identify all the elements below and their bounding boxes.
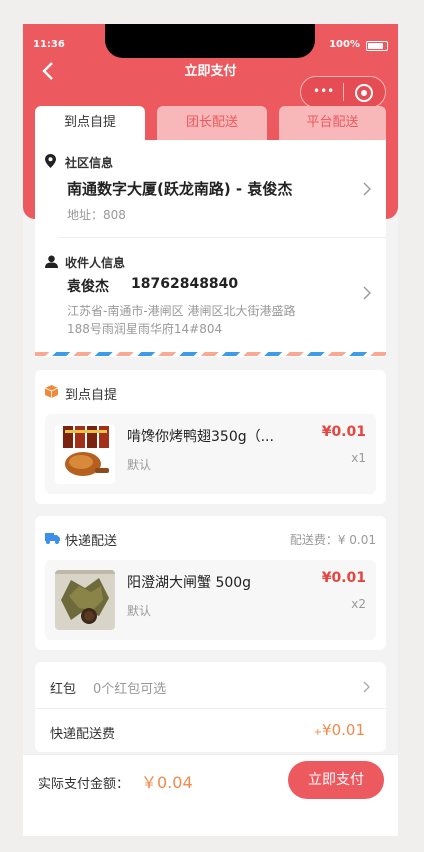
express-item-spec: 默认 — [127, 604, 152, 618]
express-fee-amount: +¥0.01 — [314, 720, 365, 739]
battery-percent: 100% — [329, 39, 360, 50]
summary-card: 红包 0个红包可选 快递配送费 +¥0.01 — [35, 662, 386, 752]
community-name: 南通数字大厦(跃龙南路) - 袁俊杰 — [67, 180, 293, 198]
community-row[interactable]: 南通数字大厦(跃龙南路) - 袁俊杰 地址：808 — [35, 170, 386, 230]
chevron-right-icon — [363, 678, 370, 697]
tab-platform-delivery[interactable]: 平台配送 — [279, 106, 386, 140]
receiver-phone: 18762848840 — [131, 276, 239, 292]
community-title: 社区信息 — [65, 156, 114, 170]
receiver-name: 袁俊杰 — [67, 279, 109, 295]
express-fee-label: 配送费：¥ 0.01 — [289, 533, 376, 547]
mini-program-capsule: ••• — [300, 76, 386, 108]
express-fee-value: ¥0.01 — [322, 721, 365, 739]
redpacket-label: 红包 — [50, 682, 77, 697]
battery-icon — [366, 41, 388, 51]
receiver-address-line2: 188号雨润星雨华府14#804 — [67, 322, 223, 336]
pickup-title: 到点自提 — [65, 388, 118, 403]
express-item[interactable]: 阳澄湖大闸蟹 500g 默认 ¥0.01 x2 — [45, 560, 376, 640]
person-icon — [45, 255, 58, 268]
pickup-card: 到点自提 啃馋你烤鸭翅350g（... 默认 ¥0.01 x1 — [35, 370, 386, 504]
home-indicator-area — [23, 807, 398, 836]
total-label: 实际支付金额： — [38, 777, 130, 792]
location-pin-icon — [45, 154, 56, 168]
crab-thumbnail — [55, 570, 115, 630]
airmail-stripe — [35, 352, 386, 356]
divider — [35, 708, 386, 709]
pickup-item-name: 啃馋你烤鸭翅350g（... — [127, 429, 274, 445]
truck-icon — [45, 533, 60, 544]
express-title: 快递配送 — [65, 534, 118, 549]
receiver-row[interactable]: 袁俊杰 18762848840 江苏省-南通市-港闸区 港闸区北大街港盛路 18… — [35, 270, 386, 350]
tab-leader-delivery[interactable]: 团长配送 — [157, 106, 267, 140]
total-value: ￥0.04 — [141, 773, 193, 792]
delivery-tabs: 到点自提 团长配送 平台配送 — [35, 106, 386, 140]
chevron-right-icon — [363, 180, 371, 201]
express-fee-prefix: + — [313, 727, 323, 738]
receiver-title: 收件人信息 — [65, 256, 126, 270]
express-fee-row-label: 快递配送费 — [50, 727, 116, 742]
pickup-item[interactable]: 啃馋你烤鸭翅350g（... 默认 ¥0.01 x1 — [45, 414, 376, 494]
chevron-right-icon — [363, 284, 371, 305]
duck-wing-thumbnail — [55, 424, 115, 484]
phone-screen: 11:36 100% 立即支付 ••• 到点自提 团长配送 平台配送 社区信息 … — [23, 24, 398, 836]
express-item-price: ¥0.01 — [321, 570, 366, 586]
receiver-address-line1: 江苏省-南通市-港闸区 港闸区北大街港盛路 — [67, 304, 296, 318]
redpacket-row[interactable]: 红包 0个红包可选 — [35, 662, 386, 708]
more-icon[interactable]: ••• — [313, 85, 337, 97]
close-target-icon[interactable] — [355, 84, 373, 102]
divider — [59, 237, 386, 238]
box-icon — [45, 385, 58, 398]
status-time: 11:36 — [33, 39, 65, 50]
address-card: 社区信息 南通数字大厦(跃龙南路) - 袁俊杰 地址：808 收件人信息 袁俊杰… — [35, 140, 386, 357]
pickup-item-price: ¥0.01 — [321, 424, 366, 440]
pickup-item-spec: 默认 — [127, 458, 152, 472]
express-item-name: 阳澄湖大闸蟹 500g — [127, 575, 252, 591]
tab-pickup[interactable]: 到点自提 — [35, 106, 145, 140]
pickup-item-qty: x1 — [351, 451, 366, 465]
community-address: 地址：808 — [67, 208, 126, 222]
notch — [105, 24, 315, 58]
express-card: 快递配送 配送费：¥ 0.01 阳澄湖大闸蟹 500g 默认 ¥0.01 x2 — [35, 516, 386, 650]
express-item-qty: x2 — [351, 597, 366, 611]
redpacket-value: 0个红包可选 — [93, 682, 167, 697]
capsule-divider — [343, 83, 344, 101]
pay-now-button[interactable]: 立即支付 — [288, 761, 384, 799]
checkout-bar: 实际支付金额： ￥0.04 立即支付 — [23, 754, 398, 807]
